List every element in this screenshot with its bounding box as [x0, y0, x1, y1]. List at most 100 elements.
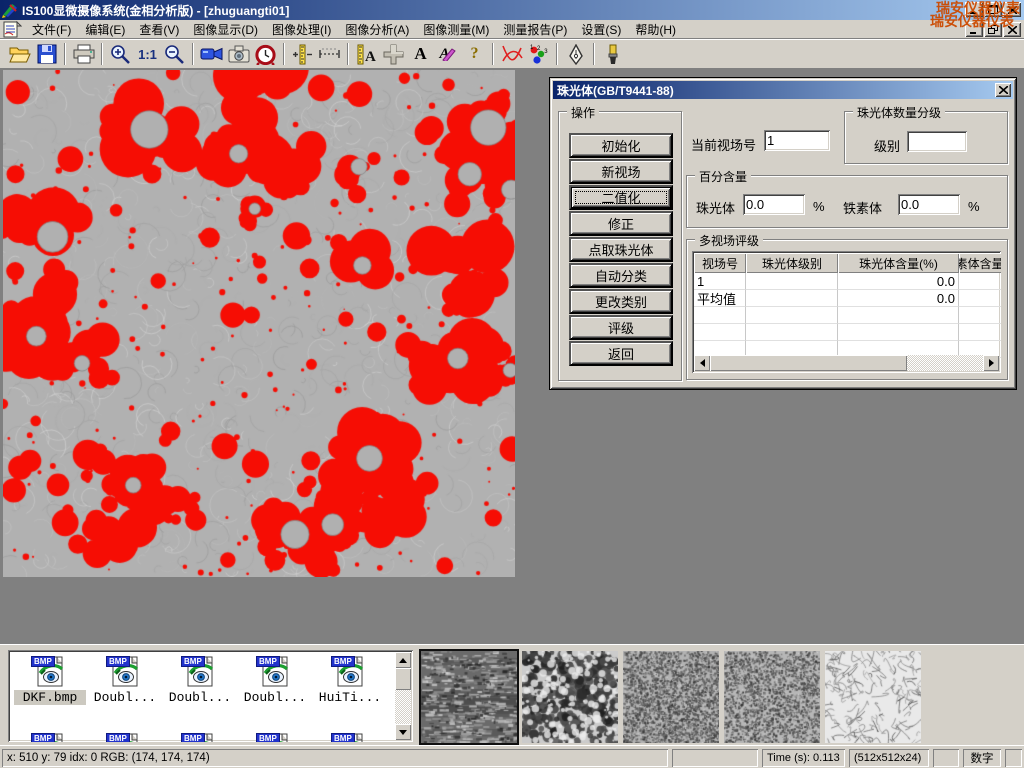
mdi-restore-icon[interactable]: [984, 22, 1002, 37]
actual-size-button[interactable]: 1:1: [134, 42, 161, 67]
ferrite-input[interactable]: [898, 194, 960, 215]
file-item[interactable]: BMP: [14, 733, 86, 742]
menu-image-process[interactable]: 图像处理(I): [265, 19, 338, 40]
pick-pearlite-button[interactable]: 点取珠光体: [569, 237, 673, 262]
bmp-file-icon: BMP: [33, 656, 67, 688]
col-field-no: 视场号: [694, 253, 746, 273]
menu-settings[interactable]: 设置(S): [574, 19, 628, 40]
dialog-close-icon[interactable]: [995, 83, 1011, 97]
save-icon[interactable]: [33, 42, 60, 67]
zoom-in-icon[interactable]: [107, 42, 134, 67]
toolbar-separator: [283, 43, 285, 65]
toolbar-separator: [347, 43, 349, 65]
bmp-badge: BMP: [181, 656, 205, 667]
photo-camera-icon[interactable]: [225, 42, 252, 67]
correct-button[interactable]: 修正: [569, 211, 673, 236]
file-item[interactable]: BMP: [164, 733, 236, 742]
menu-help[interactable]: 帮助(H): [628, 19, 683, 40]
file-item[interactable]: BMP DKF.bmp: [14, 656, 86, 705]
auto-classify-button[interactable]: 自动分类: [569, 263, 673, 288]
open-file-icon[interactable]: [6, 42, 33, 67]
file-name[interactable]: Doubl...: [89, 690, 161, 705]
scroll-track[interactable]: [710, 355, 983, 371]
scroll-thumb[interactable]: [710, 355, 907, 371]
brush-tool-icon[interactable]: [599, 42, 626, 67]
file-item[interactable]: BMP: [314, 733, 386, 742]
maximize-icon[interactable]: [984, 2, 1002, 17]
video-camera-icon[interactable]: [198, 42, 225, 67]
menu-view[interactable]: 查看(V): [132, 19, 186, 40]
grading-group-label: 珠光体数量分级: [853, 104, 945, 121]
menu-image-measure[interactable]: 图像测量(M): [416, 19, 496, 40]
mdi-close-icon[interactable]: [1003, 22, 1021, 37]
table-header-row: 视场号 珠光体级别 珠光体含量(%) 铁素体含量(%): [694, 253, 999, 273]
pearlite-label: 珠光体: [696, 198, 735, 217]
cell-field-no: 1: [694, 273, 746, 290]
text-tool-icon[interactable]: A: [407, 42, 434, 67]
thumbnail-3[interactable]: [623, 651, 719, 743]
file-item[interactable]: BMPDoubl...: [89, 656, 161, 705]
caliper-measure-icon[interactable]: [289, 42, 316, 67]
zoom-out-icon[interactable]: [161, 42, 188, 67]
file-item[interactable]: BMP Doubl...: [164, 656, 236, 705]
file-list[interactable]: BMPDKF.bmpBMPDoubl...BMPDoubl...BMPDoubl…: [8, 650, 413, 742]
curve-tool-icon[interactable]: [498, 42, 525, 67]
scroll-left-icon[interactable]: [694, 355, 710, 371]
close-icon[interactable]: [1003, 2, 1021, 17]
minimize-icon[interactable]: [965, 2, 983, 17]
menu-image-analysis[interactable]: 图像分析(A): [338, 19, 416, 40]
workspace: 珠光体(GB/T9441-88) 操作 初始化 新视场 二值化 修正 点取珠光体…: [0, 69, 1024, 643]
file-name[interactable]: Doubl...: [239, 690, 311, 705]
thumbnail-4[interactable]: [724, 651, 820, 743]
bmp-file-icon: BMP: [333, 656, 367, 688]
bmp-file-icon: BMP: [258, 656, 292, 688]
thumbnail-5[interactable]: [825, 651, 921, 743]
table-row[interactable]: 平均值 0.0: [694, 290, 999, 307]
file-name[interactable]: HuiTi...: [314, 690, 386, 705]
menu-measure-report[interactable]: 测量报告(P): [496, 19, 574, 40]
print-icon[interactable]: [70, 42, 97, 67]
current-field-input[interactable]: [764, 130, 830, 151]
toolbar-separator: [64, 43, 66, 65]
annotate-text-icon[interactable]: A: [434, 42, 461, 67]
file-item[interactable]: BMP Doubl...: [239, 656, 311, 705]
window-title: IS100显微摄像系统(金相分析版) - [zhuguangti01]: [22, 2, 289, 19]
scroll-thumb[interactable]: [395, 668, 411, 690]
level-input[interactable]: [907, 131, 967, 152]
menu-edit[interactable]: 编辑(E): [78, 19, 132, 40]
menu-image-display[interactable]: 图像显示(D): [186, 19, 265, 40]
move-cross-icon[interactable]: [380, 42, 407, 67]
micrograph-image[interactable]: [3, 70, 515, 577]
menu-file[interactable]: 文件(F): [25, 19, 78, 40]
change-class-button[interactable]: 更改类别: [569, 289, 673, 314]
bmp-badge: BMP: [181, 733, 205, 742]
count-points-icon[interactable]: 231: [525, 42, 552, 67]
ruler-line-icon[interactable]: [316, 42, 343, 67]
pearlite-input[interactable]: [743, 194, 805, 215]
thumbnail-1[interactable]: [421, 651, 517, 743]
scroll-down-icon[interactable]: [395, 724, 411, 740]
mdi-minimize-icon[interactable]: [965, 22, 983, 37]
new-field-button[interactable]: 新视场: [569, 159, 673, 184]
file-item[interactable]: BMP: [239, 733, 311, 742]
file-item[interactable]: BMP: [89, 733, 161, 742]
thumbnail-2[interactable]: [522, 651, 618, 743]
file-list-vscrollbar[interactable]: [395, 652, 411, 740]
rate-button[interactable]: 评级: [569, 315, 673, 340]
scroll-up-icon[interactable]: [395, 652, 411, 668]
col-pearlite-grade: 珠光体级别: [746, 253, 838, 273]
binarize-button[interactable]: 二值化: [569, 185, 673, 210]
initialize-button[interactable]: 初始化: [569, 133, 673, 158]
table-row[interactable]: 1 0.0: [694, 273, 999, 290]
file-name[interactable]: DKF.bmp: [14, 690, 86, 705]
scroll-right-icon[interactable]: [983, 355, 999, 371]
timer-icon[interactable]: [252, 42, 279, 67]
return-button[interactable]: 返回: [569, 341, 673, 366]
file-name[interactable]: Doubl...: [164, 690, 236, 705]
multifield-table[interactable]: 视场号 珠光体级别 珠光体含量(%) 铁素体含量(%) 1 0.0 平均值 0.…: [692, 251, 1001, 373]
pen-tool-icon[interactable]: [562, 42, 589, 67]
measure-text-icon[interactable]: A: [353, 42, 380, 67]
file-item[interactable]: BMP HuiTi...: [314, 656, 386, 705]
help-icon[interactable]: ?: [461, 42, 488, 67]
table-hscrollbar[interactable]: [694, 355, 999, 371]
